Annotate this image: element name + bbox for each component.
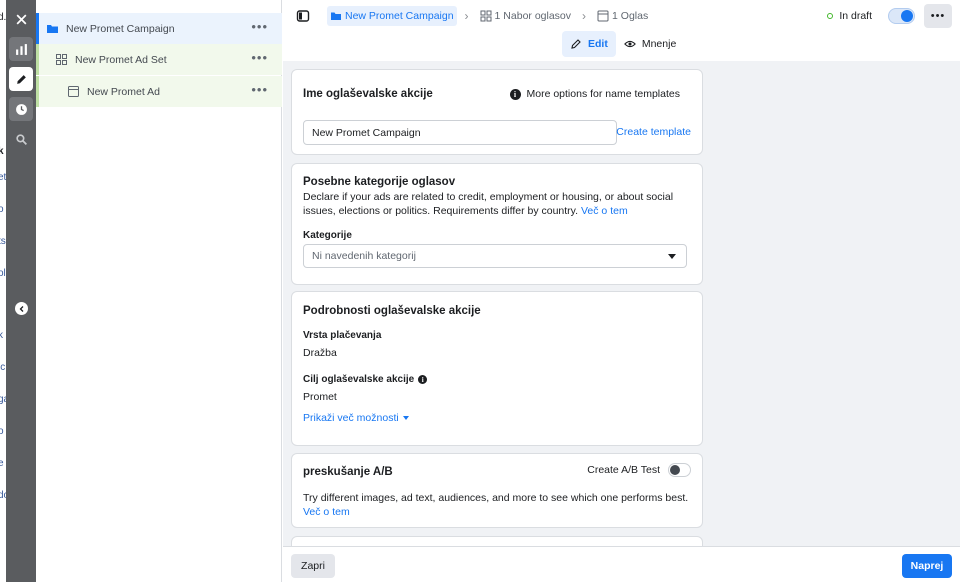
toggle-knob (670, 465, 680, 475)
close-button[interactable] (9, 7, 33, 31)
ad-frame-icon (597, 10, 609, 22)
background-link: k (0, 330, 3, 341)
collapse-panel-button[interactable] (15, 302, 28, 315)
status-label: In draft (839, 10, 872, 22)
background-link: e (0, 458, 4, 469)
breadcrumb-campaign[interactable]: New Promet Campaign (327, 6, 457, 26)
learn-more-link[interactable]: Več o tem (303, 506, 350, 518)
campaign-on-off-toggle[interactable] (888, 8, 915, 24)
tool-rail (6, 0, 36, 582)
card-title: Podrobnosti oglaševalske akcije (303, 305, 481, 317)
ab-test-card: preskušanje A/B Create A/B Test Try diff… (291, 453, 703, 528)
info-icon[interactable]: i (418, 375, 428, 384)
card-description: Declare if your ads are related to credi… (303, 191, 674, 217)
ad-frame-icon (67, 85, 80, 98)
toggle-knob (901, 10, 913, 22)
categories-select[interactable]: Ni navedenih kategorij (303, 244, 687, 268)
tab-edit[interactable]: Edit (562, 31, 616, 57)
ab-test-toggle[interactable] (668, 463, 691, 477)
buying-type-value: Dražba (303, 347, 337, 359)
tree-item-ad[interactable]: New Promet Ad ••• (36, 76, 282, 107)
pencil-icon (571, 39, 581, 49)
categories-label: Kategorije (303, 230, 352, 241)
background-link: o (0, 204, 4, 215)
caret-down-icon (668, 254, 676, 259)
campaign-tree: New Promet Campaign ••• New Promet Ad Se… (36, 0, 282, 582)
bar-chart-icon (15, 43, 27, 55)
objective-label: Cilj oglaševalske akcije i (303, 374, 428, 385)
close-icon (16, 14, 26, 24)
info-icon: i (509, 88, 521, 100)
search-icon (15, 133, 27, 145)
card-title: Posebne kategorije oglasov (303, 176, 456, 188)
grid-icon (55, 53, 68, 66)
folder-icon (46, 22, 59, 35)
card-title: Ime oglaševalske akcije (303, 88, 433, 100)
clock-icon (15, 103, 27, 115)
next-card-partial (291, 536, 703, 546)
card-title: preskušanje A/B (303, 466, 393, 478)
name-template-options[interactable]: i More options for name templates (509, 88, 680, 100)
breadcrumb-ad[interactable]: 1 Oglas (594, 6, 651, 26)
status-dot-icon (827, 13, 834, 19)
editor-form-area[interactable]: Ime oglaševalske akcije i More options f… (283, 61, 960, 546)
history-button[interactable] (9, 97, 33, 121)
background-link: ts (0, 236, 6, 247)
background-text: k (0, 146, 4, 157)
special-categories-card: Posebne kategorije oglasov Declare if yo… (291, 163, 703, 285)
eye-icon (623, 40, 636, 48)
more-options-icon[interactable]: ••• (251, 83, 268, 96)
campaign-name-card: Ime oglaševalske akcije i More options f… (291, 69, 703, 155)
folder-icon (331, 12, 341, 20)
breadcrumb-separator: › (582, 9, 587, 23)
sidebar-icon (296, 10, 310, 22)
tree-item-label: New Promet Ad (87, 85, 160, 98)
toggle-sidebar-button[interactable] (293, 6, 313, 26)
next-button[interactable]: Naprej (902, 554, 952, 578)
tree-item-label: New Promet Campaign (66, 22, 175, 35)
more-options-icon[interactable]: ••• (251, 51, 268, 64)
edit-tool-button[interactable] (9, 67, 33, 91)
breadcrumb-adset[interactable]: 1 Nabor oglasov (477, 6, 574, 26)
campaign-name-input[interactable] (303, 120, 617, 145)
show-more-options-link[interactable]: Prikaži več možnosti (303, 412, 409, 424)
caret-down-icon (402, 416, 409, 420)
draft-status: In draft (827, 10, 872, 22)
campaign-details-card: Podrobnosti oglaševalske akcije Vrsta pl… (291, 291, 703, 446)
toggle-label: Create A/B Test (587, 464, 660, 476)
tab-review[interactable]: Mnenje (616, 31, 684, 57)
search-button[interactable] (9, 127, 33, 151)
buying-type-label: Vrsta plačevanja (303, 330, 382, 341)
reporting-button[interactable] (9, 37, 33, 61)
breadcrumb-separator: › (464, 9, 469, 23)
more-options-icon[interactable]: ••• (251, 20, 268, 33)
chevron-left-icon (19, 305, 23, 312)
card-description: Try different images, ad text, audiences… (303, 492, 689, 518)
learn-more-link[interactable]: Več o tem (581, 205, 628, 217)
tree-item-label: New Promet Ad Set (75, 53, 167, 66)
tree-item-campaign[interactable]: New Promet Campaign ••• (36, 13, 282, 44)
tree-item-adset[interactable]: New Promet Ad Set ••• (36, 44, 282, 75)
background-link: ic (0, 362, 6, 373)
objective-value: Promet (303, 391, 337, 403)
grid-icon (480, 10, 492, 22)
editor-top-bar: New Promet Campaign › 1 Nabor oglasov › … (283, 0, 960, 32)
breadcrumb: New Promet Campaign › 1 Nabor oglasov › … (293, 6, 651, 26)
background-link: o (0, 426, 4, 437)
close-button[interactable]: Zapri (291, 554, 335, 578)
more-actions-button[interactable]: ••• (924, 4, 952, 28)
create-template-link[interactable]: Create template (616, 126, 691, 138)
create-ab-test-control: Create A/B Test (587, 463, 691, 477)
editor-footer: Zapri Naprej (283, 546, 960, 582)
pencil-icon (16, 74, 26, 84)
mode-tabs: Edit Mnenje (562, 31, 684, 57)
